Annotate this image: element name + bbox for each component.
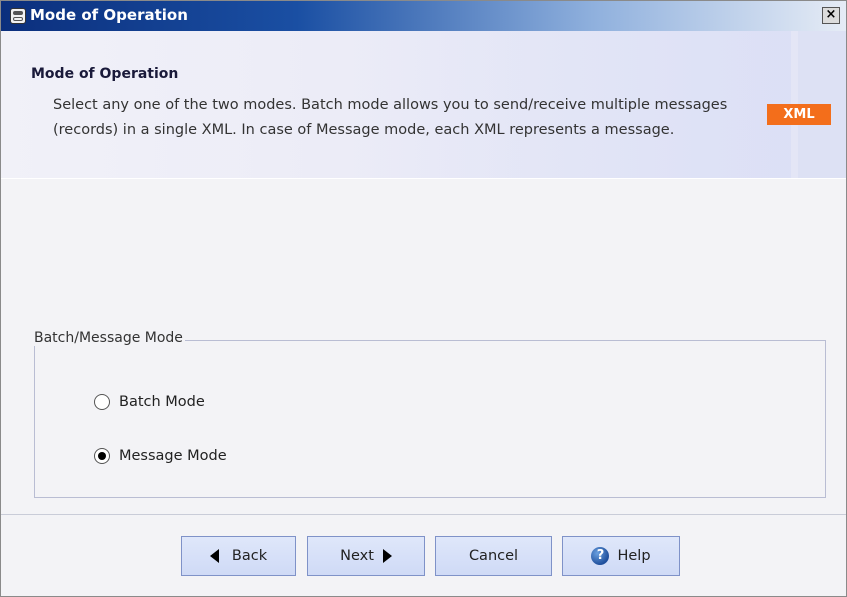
header-title: Mode of Operation bbox=[31, 66, 179, 82]
next-button-label: Next bbox=[340, 548, 374, 564]
batch-mode-option[interactable]: Batch Mode bbox=[94, 393, 205, 411]
title-bar: Mode of Operation bbox=[1, 1, 846, 31]
footer-separator bbox=[1, 514, 846, 515]
triangle-left-icon bbox=[209, 549, 219, 563]
mode-group-legend: Batch/Message Mode bbox=[32, 330, 185, 346]
message-mode-label: Message Mode bbox=[119, 448, 227, 464]
header-description: Select any one of the two modes. Batch m… bbox=[53, 97, 728, 138]
back-button[interactable]: Back bbox=[181, 536, 296, 576]
help-button[interactable]: ? Help bbox=[562, 536, 680, 576]
database-icon bbox=[10, 8, 26, 24]
message-mode-option[interactable]: Message Mode bbox=[94, 447, 227, 465]
cancel-button-label: Cancel bbox=[468, 548, 519, 564]
xml-badge: XML bbox=[767, 104, 831, 125]
batch-mode-radio[interactable] bbox=[94, 394, 110, 410]
message-mode-radio[interactable] bbox=[94, 448, 110, 464]
header-panel: Mode of Operation Select any one of the … bbox=[1, 31, 846, 179]
help-button-label: Help bbox=[617, 548, 651, 564]
mode-group-box bbox=[34, 340, 826, 498]
triangle-right-icon bbox=[382, 549, 392, 563]
back-button-label: Back bbox=[231, 548, 268, 564]
next-button[interactable]: Next bbox=[307, 536, 425, 576]
help-circle-icon: ? bbox=[591, 547, 610, 565]
batch-mode-label: Batch Mode bbox=[119, 394, 205, 410]
dialog-window: Mode of Operation Mode of Operation Sele… bbox=[0, 0, 847, 597]
cancel-button[interactable]: Cancel bbox=[435, 536, 552, 576]
close-icon[interactable] bbox=[822, 7, 840, 24]
window-title: Mode of Operation bbox=[30, 6, 188, 24]
